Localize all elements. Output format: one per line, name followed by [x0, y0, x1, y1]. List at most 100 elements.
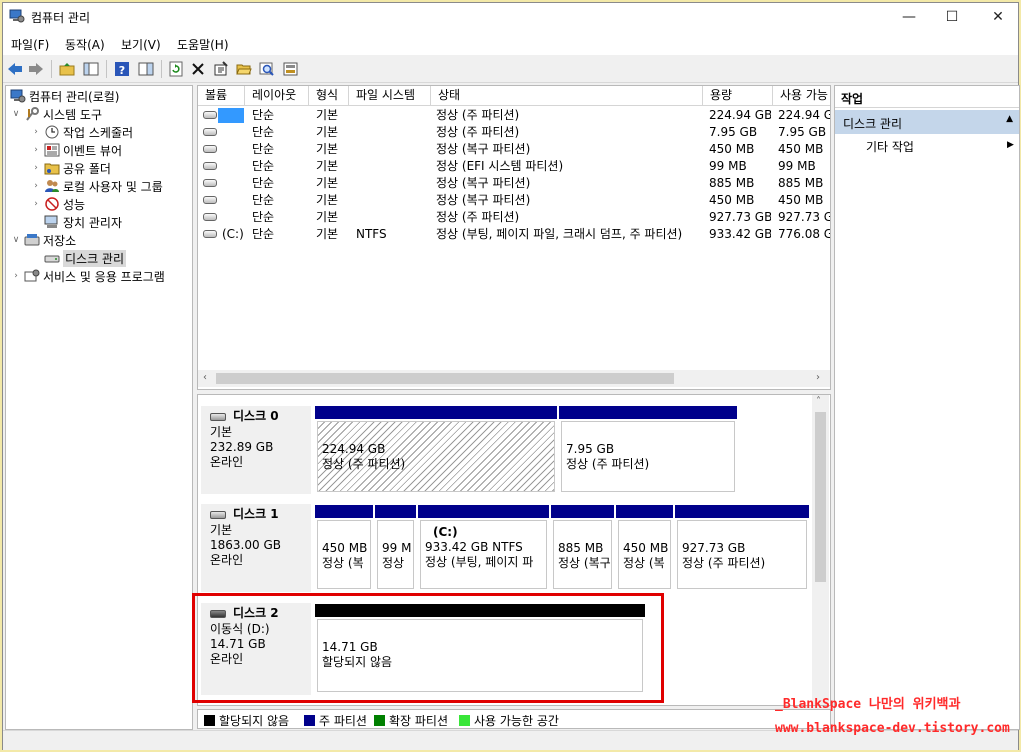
maximize-button[interactable]: ☐: [929, 3, 975, 31]
legend-unallocated: 할당되지 않음: [204, 712, 289, 729]
volume-row[interactable]: 단순 기본 정상 (EFI 시스템 파티션) 99 MB 99 MB: [198, 158, 830, 175]
svg-text:?: ?: [119, 64, 125, 77]
volume-row[interactable]: (C:) 단순 기본 NTFS 정상 (부팅, 페이지 파일, 크래시 덤프, 주 파티…: [198, 226, 830, 243]
disk-0-partition-2[interactable]: 7.95 GB 정상 (주 파티션): [559, 406, 737, 494]
tree-item-root[interactable]: 컴퓨터 관리(로컬): [8, 87, 119, 105]
menu-file[interactable]: 파일(F): [11, 36, 49, 53]
disk-1-partition-c[interactable]: (C:) 933.42 GB NTFS 정상 (부팅, 페이지 파: [418, 505, 549, 591]
partition-size: 933.42 GB NTFS: [425, 540, 523, 554]
close-button[interactable]: ✕: [975, 3, 1021, 31]
chevron-right-icon[interactable]: ›: [30, 181, 42, 191]
volume-row[interactable]: 단순 기본 정상 (주 파티션) 927.73 GB 927.73 G: [198, 209, 830, 226]
cell-volume: [222, 141, 246, 158]
show-tree-icon[interactable]: [82, 60, 100, 78]
open-icon[interactable]: [235, 60, 253, 78]
tree-item-system-tools[interactable]: ∨ 시스템 도구: [10, 105, 102, 123]
watermark-url: www.blankspace-dev.tistory.com: [775, 721, 1010, 736]
chevron-down-icon[interactable]: ∨: [10, 109, 22, 119]
menu-action[interactable]: 동작(A): [65, 36, 105, 53]
chevron-right-icon[interactable]: ›: [10, 271, 22, 281]
legend-swatch: [304, 715, 315, 726]
volume-list-header: 볼륨 레이아웃 형식 파일 시스템 상태 용량 사용 가능: [198, 86, 830, 106]
chevron-right-icon[interactable]: ›: [30, 163, 42, 173]
cell-type: 기본: [316, 159, 339, 173]
search-icon[interactable]: [258, 60, 276, 78]
properties-icon[interactable]: [212, 60, 230, 78]
partition-status: 정상 (주 파티션): [566, 457, 650, 471]
column-type[interactable]: 형식: [309, 86, 349, 106]
tree-item-local-users[interactable]: › 로컬 사용자 및 그룹: [30, 177, 163, 195]
disk-1-partition-1[interactable]: 450 MB 정상 (복: [315, 505, 373, 591]
chevron-down-icon[interactable]: ∨: [10, 235, 22, 245]
scroll-right-icon[interactable]: ›: [816, 372, 820, 383]
scrollbar-thumb[interactable]: [216, 373, 674, 384]
tree-item-storage[interactable]: ∨ 저장소: [10, 231, 76, 249]
cell-fs: [356, 158, 430, 175]
help-icon[interactable]: ?: [113, 60, 131, 78]
chevron-right-icon[interactable]: ›: [30, 145, 42, 155]
delete-icon[interactable]: [189, 60, 207, 78]
partition-status: 정상 (복구: [558, 556, 611, 570]
disk-icon: [210, 412, 226, 421]
tree-item-services[interactable]: › 서비스 및 응용 프로그램: [10, 267, 165, 285]
volume-row[interactable]: 단순 기본 정상 (복구 파티션) 450 MB 450 MB: [198, 141, 830, 158]
performance-icon: [44, 197, 60, 211]
scroll-up-icon[interactable]: ˄: [816, 396, 821, 407]
cell-capacity: 450 MB: [709, 142, 755, 156]
properties-pane-icon[interactable]: [137, 60, 155, 78]
disk-1-partition-6[interactable]: 927.73 GB 정상 (주 파티션): [675, 505, 809, 591]
minimize-button[interactable]: —: [886, 3, 932, 31]
tree-item-task-scheduler[interactable]: › 작업 스케줄러: [30, 123, 133, 141]
horizontal-scrollbar[interactable]: ‹ ›: [198, 370, 830, 387]
disk-0-partition-1[interactable]: 224.94 GB 정상 (주 파티션): [315, 406, 557, 494]
disk-1-partition-4[interactable]: 885 MB 정상 (복구: [551, 505, 614, 591]
scroll-left-icon[interactable]: ‹: [203, 372, 207, 383]
tree-item-performance[interactable]: › 성능: [30, 195, 85, 213]
submenu-arrow-icon[interactable]: ▶: [1007, 140, 1014, 150]
disk-1-partition-5[interactable]: 450 MB 정상 (복: [616, 505, 673, 591]
tree-item-disk-management[interactable]: 디스크 관리: [42, 249, 127, 267]
actions-section-disk-management[interactable]: 디스크 관리 ▲: [835, 110, 1019, 134]
vertical-scrollbar[interactable]: ˄: [812, 395, 829, 705]
cell-fs: [356, 124, 430, 141]
tree-item-shared-folders[interactable]: › 공유 폴더: [30, 159, 111, 177]
tree-item-device-manager[interactable]: 장치 관리자: [42, 213, 122, 231]
column-status[interactable]: 상태: [431, 86, 703, 106]
disk-kind: 기본: [210, 523, 233, 537]
tree-item-event-viewer[interactable]: › 이벤트 뷰어: [30, 141, 122, 159]
partition-body: 927.73 GB 정상 (주 파티션): [677, 520, 807, 589]
volume-icon: [203, 128, 217, 136]
menu-help[interactable]: 도움말(H): [177, 36, 229, 53]
volume-row[interactable]: 단순 기본 정상 (복구 파티션) 885 MB 885 MB: [198, 175, 830, 192]
menu-view[interactable]: 보기(V): [121, 36, 161, 53]
actions-more-actions[interactable]: 기타 작업: [866, 138, 914, 155]
chevron-right-icon[interactable]: ›: [30, 199, 42, 209]
title-bar: 컴퓨터 관리 — ☐ ✕: [3, 3, 1018, 31]
column-file-system[interactable]: 파일 시스템: [349, 86, 431, 106]
scrollbar-thumb[interactable]: [815, 412, 826, 582]
column-layout[interactable]: 레이아웃: [245, 86, 309, 106]
column-capacity[interactable]: 용량: [703, 86, 773, 106]
back-icon[interactable]: [6, 60, 24, 78]
cell-type: 기본: [316, 142, 339, 156]
up-folder-icon[interactable]: [58, 60, 76, 78]
refresh-icon[interactable]: [167, 60, 185, 78]
volume-row[interactable]: 단순 기본 정상 (복구 파티션) 450 MB 450 MB: [198, 192, 830, 209]
rescan-icon[interactable]: [282, 60, 300, 78]
volume-row[interactable]: 단순 기본 정상 (주 파티션) 224.94 GB 224.94 G: [198, 107, 830, 124]
disk-0-info[interactable]: 디스크 0 기본 232.89 GB 온라인: [200, 405, 312, 495]
chevron-right-icon[interactable]: ›: [30, 127, 42, 137]
window-title: 컴퓨터 관리: [31, 11, 91, 25]
column-volume[interactable]: 볼륨: [198, 86, 245, 106]
forward-icon[interactable]: [27, 60, 45, 78]
cell-volume: [222, 192, 246, 209]
cell-free: 224.94 G: [778, 108, 831, 122]
disk-1-partition-2[interactable]: 99 M 정상: [375, 505, 416, 591]
disk-1-info[interactable]: 디스크 1 기본 1863.00 GB 온라인: [200, 503, 312, 593]
action-label: 기타 작업: [866, 140, 914, 154]
collapse-up-icon[interactable]: ▲: [1006, 114, 1013, 124]
cell-free: 885 MB: [778, 176, 824, 190]
column-free-space[interactable]: 사용 가능: [773, 86, 830, 106]
shared-folder-icon: [44, 161, 60, 175]
volume-row[interactable]: 단순 기본 정상 (주 파티션) 7.95 GB 7.95 GB: [198, 124, 830, 141]
